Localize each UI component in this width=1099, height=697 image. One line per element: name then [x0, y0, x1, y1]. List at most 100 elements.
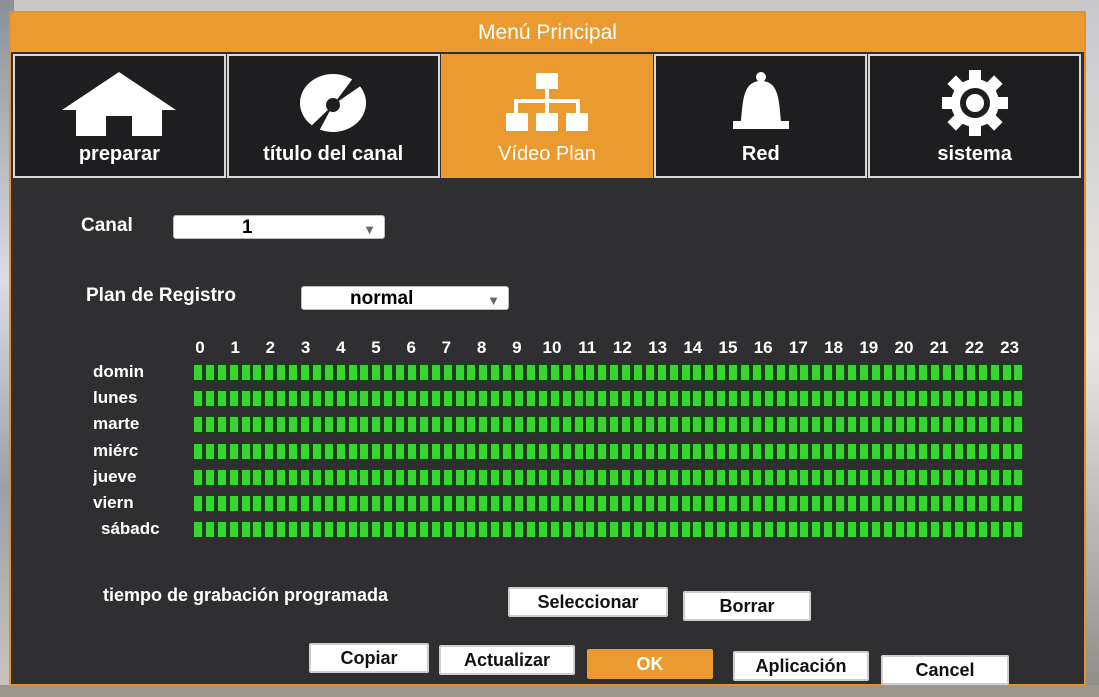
schedule-cell[interactable]	[359, 442, 370, 460]
schedule-cell[interactable]	[561, 364, 572, 381]
schedule-cell[interactable]	[573, 390, 584, 408]
schedule-cell[interactable]	[704, 521, 715, 539]
schedule-cell[interactable]	[882, 364, 893, 381]
channel-select[interactable]: 1 ▼	[173, 215, 385, 239]
schedule-cell[interactable]	[430, 442, 441, 460]
schedule-cell[interactable]	[621, 521, 632, 539]
schedule-cell[interactable]	[882, 416, 893, 434]
schedule-cell[interactable]	[918, 390, 929, 408]
schedule-cell[interactable]	[300, 495, 311, 512]
schedule-cell[interactable]	[823, 521, 834, 539]
schedule-cell[interactable]	[977, 442, 988, 460]
schedule-cell[interactable]	[585, 442, 596, 460]
schedule-cell[interactable]	[977, 495, 988, 512]
schedule-cell[interactable]	[846, 416, 857, 434]
schedule-cell[interactable]	[763, 521, 774, 539]
schedule-cell[interactable]	[644, 468, 655, 486]
schedule-cell[interactable]	[216, 495, 227, 512]
schedule-cell[interactable]	[252, 390, 263, 408]
schedule-cell[interactable]	[490, 468, 501, 486]
schedule-cell[interactable]	[240, 495, 251, 512]
schedule-cell[interactable]	[835, 521, 846, 539]
schedule-cell[interactable]	[311, 442, 322, 460]
schedule-cell[interactable]	[692, 495, 703, 512]
schedule-cell[interactable]	[430, 521, 441, 539]
schedule-cell[interactable]	[240, 390, 251, 408]
schedule-cell[interactable]	[811, 521, 822, 539]
update-button[interactable]: Actualizar	[439, 645, 575, 675]
schedule-cell[interactable]	[383, 521, 394, 539]
schedule-cell[interactable]	[514, 390, 525, 408]
schedule-cell[interactable]	[704, 495, 715, 512]
schedule-cell[interactable]	[930, 390, 941, 408]
schedule-cell[interactable]	[656, 521, 667, 539]
schedule-cell[interactable]	[418, 390, 429, 408]
schedule-cell[interactable]	[442, 390, 453, 408]
schedule-cell[interactable]	[204, 495, 215, 512]
schedule-cell[interactable]	[763, 442, 774, 460]
schedule-cell[interactable]	[692, 468, 703, 486]
schedule-cell[interactable]	[716, 442, 727, 460]
schedule-cell[interactable]	[954, 468, 964, 486]
schedule-cell[interactable]	[395, 495, 406, 512]
tab-preparar[interactable]: preparar	[13, 54, 226, 178]
schedule-cell[interactable]	[430, 495, 441, 512]
schedule-cell[interactable]	[514, 468, 525, 486]
schedule-cell[interactable]	[811, 416, 822, 434]
schedule-cell[interactable]	[787, 521, 798, 539]
ok-button[interactable]: OK	[587, 649, 713, 679]
schedule-cell[interactable]	[288, 521, 299, 539]
schedule-cell[interactable]	[514, 442, 525, 460]
schedule-cell[interactable]	[264, 442, 275, 460]
schedule-cell[interactable]	[1001, 364, 1012, 381]
schedule-cell[interactable]	[264, 390, 275, 408]
schedule-cell[interactable]	[882, 468, 893, 486]
schedule-cell[interactable]	[977, 468, 988, 486]
tab-channel-title[interactable]: título del canal	[226, 54, 440, 178]
schedule-cell[interactable]	[965, 416, 976, 434]
schedule-cell[interactable]	[870, 495, 881, 512]
schedule-cell[interactable]	[680, 521, 691, 539]
schedule-cell[interactable]	[728, 521, 739, 539]
schedule-cell[interactable]	[858, 364, 869, 381]
schedule-cell[interactable]	[644, 521, 655, 539]
schedule-cell[interactable]	[300, 468, 311, 486]
schedule-cell[interactable]	[1001, 468, 1012, 486]
schedule-cell[interactable]	[252, 364, 263, 381]
schedule-cell[interactable]	[442, 521, 453, 539]
schedule-cell[interactable]	[359, 364, 370, 381]
schedule-cell[interactable]	[276, 521, 287, 539]
schedule-cell[interactable]	[240, 468, 251, 486]
schedule-cell[interactable]	[680, 390, 691, 408]
schedule-cell[interactable]	[228, 468, 239, 486]
copy-button[interactable]: Copiar	[309, 643, 429, 673]
schedule-cell[interactable]	[466, 364, 477, 381]
schedule-cell[interactable]	[668, 468, 679, 486]
schedule-cell[interactable]	[609, 390, 620, 408]
schedule-cell[interactable]	[585, 390, 596, 408]
schedule-cell[interactable]	[561, 442, 572, 460]
schedule-cell[interactable]	[537, 442, 548, 460]
schedule-cell[interactable]	[656, 442, 667, 460]
schedule-cell[interactable]	[597, 495, 608, 512]
schedule-cell[interactable]	[323, 416, 334, 434]
schedule-cell[interactable]	[264, 468, 275, 486]
schedule-cell[interactable]	[942, 416, 953, 434]
schedule-cell[interactable]	[323, 521, 334, 539]
schedule-cell[interactable]	[751, 468, 762, 486]
schedule-cell[interactable]	[942, 442, 953, 460]
schedule-cell[interactable]	[561, 390, 572, 408]
schedule-cell[interactable]	[371, 364, 382, 381]
schedule-cell[interactable]	[216, 416, 227, 434]
schedule-cell[interactable]	[870, 468, 881, 486]
tab-sistema[interactable]: sistema	[868, 54, 1081, 178]
schedule-cell[interactable]	[347, 442, 358, 460]
schedule-cell[interactable]	[537, 521, 548, 539]
schedule-cell[interactable]	[466, 521, 477, 539]
schedule-cell[interactable]	[870, 364, 881, 381]
apply-button[interactable]: Aplicación	[733, 651, 869, 681]
schedule-cell[interactable]	[989, 416, 1000, 434]
schedule-cell[interactable]	[276, 364, 287, 381]
schedule-cell[interactable]	[954, 442, 964, 460]
schedule-cell[interactable]	[728, 390, 739, 408]
